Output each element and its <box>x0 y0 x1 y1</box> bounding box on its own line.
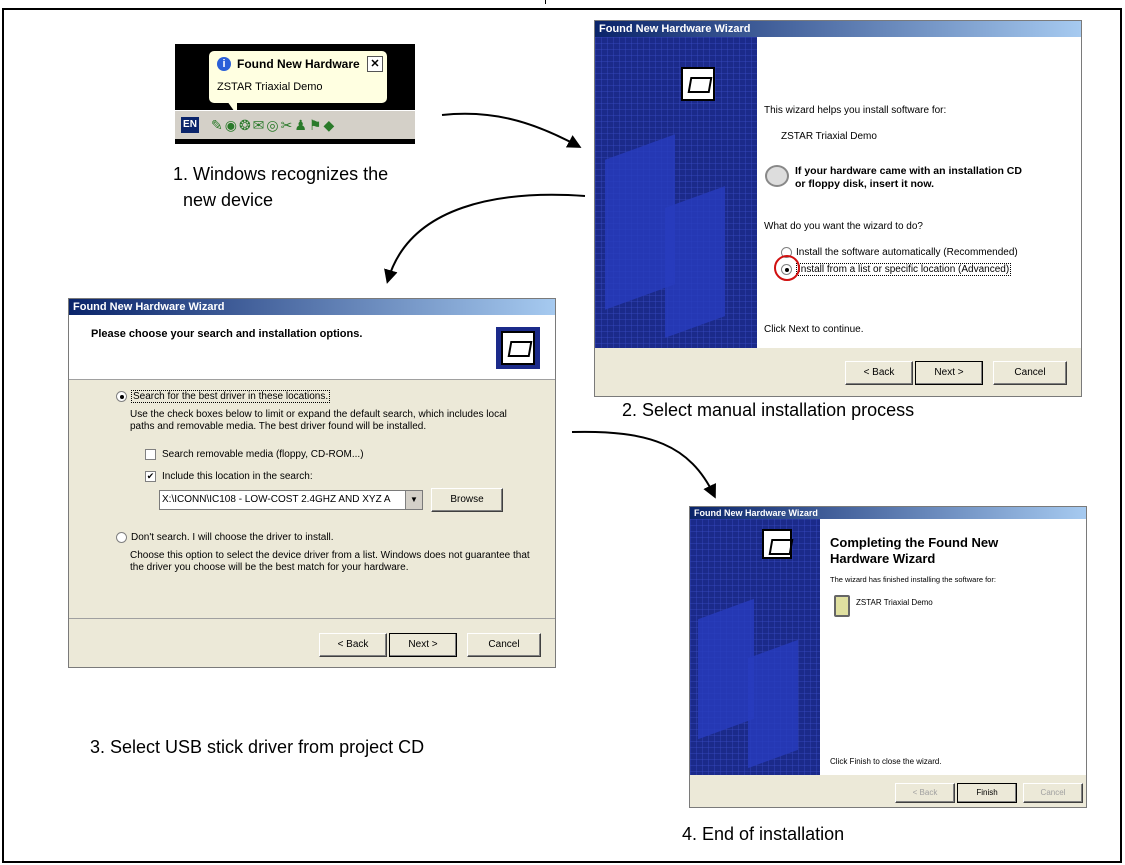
hardware-icon <box>762 529 792 559</box>
completion-heading-line1: Completing the Found New <box>830 535 999 550</box>
cd-icon <box>765 165 789 187</box>
option-manual-label: Install from a list or specific location… <box>796 263 1012 277</box>
device-name: ZSTAR Triaxial Demo <box>856 598 933 607</box>
next-button[interactable]: Next > <box>389 633 457 657</box>
wizard-step4: Found New Hardware Wizard Completing the… <box>689 506 1087 808</box>
dont-desc-line2: the driver you choose will be the best m… <box>130 562 409 573</box>
back-button[interactable]: < Back <box>845 361 913 385</box>
continue-text: Click Next to continue. <box>764 324 864 335</box>
wizard-title: Found New Hardware Wizard <box>690 507 1086 519</box>
step3-caption: 3. Select USB stick driver from project … <box>90 737 425 757</box>
wizard-title: Found New Hardware Wizard <box>69 299 555 315</box>
check-removable-label: Search removable media (floppy, CD-ROM..… <box>162 449 364 461</box>
highlight-circle <box>774 255 800 281</box>
question-text: What do you want the wizard to do? <box>764 221 923 232</box>
wizard-title: Found New Hardware Wizard <box>595 21 1081 37</box>
search-desc-line2: paths and removable media. The best driv… <box>130 421 427 432</box>
finish-button[interactable]: Finish <box>957 783 1017 803</box>
button-separator <box>69 618 555 619</box>
cd-hint-line1: If your hardware came with an installati… <box>795 165 1022 177</box>
browse-button[interactable]: Browse <box>431 488 503 512</box>
cancel-button[interactable]: Cancel <box>1023 783 1083 803</box>
usb-device-icon <box>834 595 850 617</box>
hardware-icon <box>681 67 715 101</box>
cancel-button[interactable]: Cancel <box>467 633 541 657</box>
cancel-button[interactable]: Cancel <box>993 361 1067 385</box>
option-search[interactable]: Search for the best driver in these loca… <box>116 390 331 404</box>
check-include[interactable]: ✔ Include this location in the search: <box>145 471 313 482</box>
wizard-step3: Found New Hardware Wizard Please choose … <box>68 298 556 668</box>
arrow-3-to-4 <box>571 430 716 499</box>
completion-heading-line2: Hardware Wizard <box>830 551 936 566</box>
intro-text: This wizard helps you install software f… <box>764 105 947 116</box>
radio-search[interactable] <box>116 391 127 402</box>
back-button[interactable]: < Back <box>319 633 387 657</box>
arrow-1-to-2 <box>441 112 582 148</box>
cd-hint-line2: or floppy disk, insert it now. <box>795 178 935 190</box>
wizard-side-graphic <box>690 519 820 775</box>
checkbox-include[interactable]: ✔ <box>145 471 156 482</box>
search-desc-line1: Use the check boxes below to limit or ex… <box>130 409 507 420</box>
arrow-2-to-3 <box>384 193 586 284</box>
wizard-content: This wizard helps you install software f… <box>757 37 1081 348</box>
option-auto-label: Install the software automatically (Reco… <box>796 247 1018 259</box>
wizard-header-icon <box>496 327 540 369</box>
radio-dont-search[interactable] <box>116 532 127 543</box>
wizard-side-graphic <box>595 37 757 348</box>
wizard-content: Completing the Found New Hardware Wizard… <box>820 519 1086 775</box>
wizard-heading: Please choose your search and installati… <box>91 328 363 340</box>
dropdown-arrow-icon[interactable]: ▼ <box>405 491 422 509</box>
step2-caption: 2. Select manual installation process <box>622 400 915 420</box>
wizard-step2: Found New Hardware Wizard This wizard he… <box>594 20 1082 397</box>
dont-desc-line1: Choose this option to select the device … <box>130 550 530 561</box>
check-removable[interactable]: Search removable media (floppy, CD-ROM..… <box>145 449 364 460</box>
option-dont-search[interactable]: Don't search. I will choose the driver t… <box>116 532 334 543</box>
step4-caption: 4. End of installation <box>682 824 845 844</box>
option-manual[interactable]: Install from a list or specific location… <box>781 263 1012 277</box>
back-button[interactable]: < Back <box>895 783 955 803</box>
path-combobox[interactable]: X:\ICONN\IC108 - LOW-COST 2.4GHZ AND XYZ… <box>159 490 423 510</box>
option-search-label: Search for the best driver in these loca… <box>131 390 331 404</box>
checkbox-removable[interactable] <box>145 449 156 460</box>
option-dont-label: Don't search. I will choose the driver t… <box>131 532 334 544</box>
wizard-header: Please choose your search and installati… <box>69 315 555 380</box>
check-include-label: Include this location in the search: <box>162 471 313 483</box>
option-auto[interactable]: Install the software automatically (Reco… <box>781 247 1018 258</box>
hardware-icon <box>501 331 535 365</box>
close-hint: Click Finish to close the wizard. <box>830 757 942 766</box>
finished-text: The wizard has finished installing the s… <box>830 575 996 584</box>
path-value: X:\ICONN\IC108 - LOW-COST 2.4GHZ AND XYZ… <box>162 494 391 505</box>
next-button[interactable]: Next > <box>915 361 983 385</box>
device-name: ZSTAR Triaxial Demo <box>781 131 877 142</box>
